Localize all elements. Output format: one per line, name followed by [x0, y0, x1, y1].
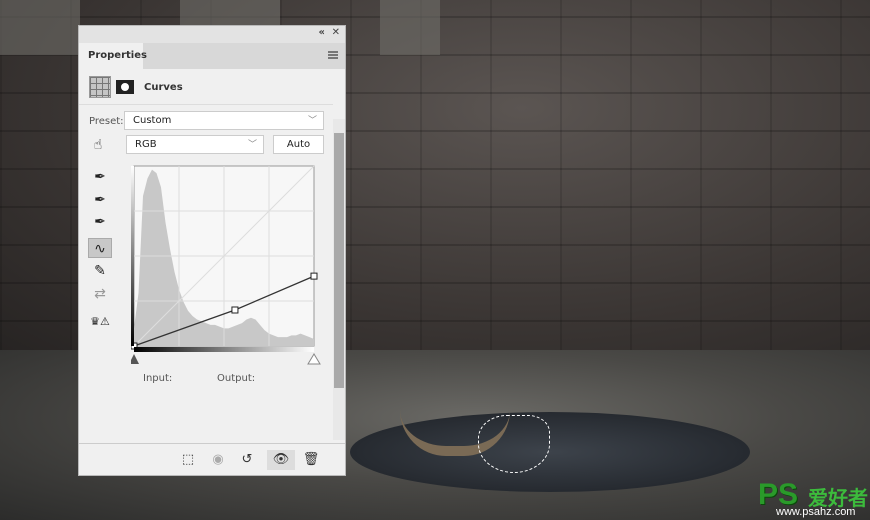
chevron-down-icon: ﹀ [247, 140, 257, 150]
on-image-adjust-icon[interactable]: ☝ [86, 135, 110, 155]
properties-panel: « ✕ Properties Curves Preset: Custom ﹀ ☝ … [78, 25, 346, 476]
input-label: Input: [143, 373, 173, 384]
curves-adjustment-icon[interactable] [89, 76, 111, 98]
background-window [0, 0, 80, 55]
preset-label: Preset: [89, 116, 124, 127]
white-point-eyedropper-icon[interactable]: ✒ [88, 212, 112, 232]
clip-to-layer-icon[interactable]: ⬚ [177, 450, 199, 470]
scrollbar-thumb[interactable] [334, 133, 344, 388]
panel-menu-icon[interactable] [328, 51, 338, 59]
input-gradient-bar [134, 347, 314, 352]
tab-row: Properties [79, 43, 345, 69]
collapse-icon[interactable]: « [319, 27, 325, 38]
clipping-warning-icon[interactable]: ♛⚠ [88, 312, 112, 332]
preset-value: Custom [133, 115, 172, 126]
tab-properties[interactable]: Properties [79, 43, 147, 69]
smooth-icon[interactable]: ⇄ [88, 284, 112, 304]
layer-mask-icon[interactable] [116, 80, 134, 94]
visibility-icon[interactable]: 👁 [267, 450, 295, 470]
watermark-url: www.psahz.com [776, 506, 856, 518]
curve-point [310, 272, 318, 280]
panel-topbar: « ✕ [79, 26, 345, 43]
auto-button[interactable]: Auto [273, 135, 324, 154]
gray-point-eyedropper-icon[interactable]: ✒ [88, 190, 112, 210]
pencil-icon[interactable]: ✎ [88, 261, 112, 281]
view-previous-icon[interactable]: ◉ [207, 450, 229, 470]
curve-point-icon[interactable]: ∿ [88, 238, 112, 258]
channel-value: RGB [135, 139, 157, 150]
channel-dropdown[interactable]: RGB ﹀ [126, 135, 264, 154]
black-point-eyedropper-icon[interactable]: ✒ [88, 167, 112, 187]
scrollbar[interactable] [333, 119, 345, 440]
curves-graph[interactable] [131, 165, 321, 365]
bottom-toolbar: ⬚ ◉ ↺ 👁 🗑 [79, 443, 345, 475]
reset-icon[interactable]: ↺ [236, 450, 258, 470]
background-window [380, 0, 440, 55]
black-point-slider [131, 354, 139, 364]
watermark: PS 爱好者 www.psahz.com [758, 478, 868, 518]
marching-ants-selection [478, 415, 550, 473]
output-label: Output: [217, 373, 256, 384]
adjustment-header: Curves [89, 76, 183, 98]
white-point-slider [307, 353, 321, 365]
curve-point [231, 306, 239, 314]
delete-icon[interactable]: 🗑 [300, 450, 322, 470]
chevron-down-icon: ﹀ [307, 116, 317, 126]
divider [79, 104, 333, 105]
adjustment-title: Curves [144, 81, 183, 93]
close-icon[interactable]: ✕ [332, 27, 340, 38]
preset-dropdown[interactable]: Custom ﹀ [124, 111, 324, 130]
output-gradient-bar [131, 166, 134, 346]
